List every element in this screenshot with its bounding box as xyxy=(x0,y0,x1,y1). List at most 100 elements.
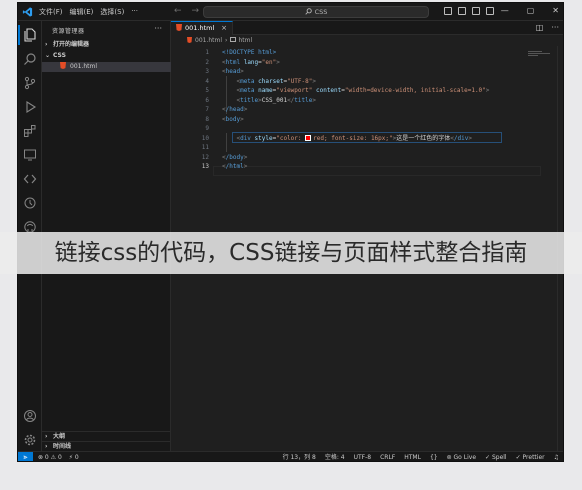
cursor-position[interactable]: 行 13，列 8 xyxy=(283,452,316,461)
code-line-8: <body> xyxy=(222,115,244,123)
attribute: style xyxy=(254,134,273,142)
extensions-icon[interactable] xyxy=(23,124,37,138)
status-bar: ⫸ ⊗ 0 ⚠ 0 ⚡ 0 行 13，列 8 空格: 4 UTF-8 CRLF … xyxy=(18,451,563,461)
remote-indicator-icon[interactable]: ⫸ xyxy=(18,452,33,461)
account-icon[interactable] xyxy=(23,409,37,423)
minimap[interactable] xyxy=(528,51,552,61)
notifications-bell-icon[interactable]: ♫ xyxy=(554,452,559,461)
maximize-icon[interactable]: ▢ xyxy=(527,6,535,15)
more-actions-icon[interactable]: ··· xyxy=(551,23,559,32)
screenshot-frame: 文件(F) 编辑(E) 选择(S) ··· ← → CSS — ▢ ✕ 资源管理… xyxy=(0,0,582,490)
customize-layout-icon[interactable] xyxy=(486,7,494,15)
tab-001-html[interactable]: 001.html × xyxy=(171,21,233,35)
tab-close-icon[interactable]: × xyxy=(221,22,227,35)
tag: /head xyxy=(225,106,244,113)
split-editor-icon[interactable]: ◫ xyxy=(536,23,544,32)
menu-edit[interactable]: 编辑(E) xyxy=(70,7,94,17)
explorer-icon[interactable] xyxy=(18,25,37,45)
line-number: 9 xyxy=(205,125,209,132)
language-mode[interactable]: HTML xyxy=(404,452,421,461)
code-line-4: <meta charset="UTF-8"> xyxy=(236,77,316,85)
open-editors-section[interactable]: › 打开的编辑器 xyxy=(42,40,171,50)
tag: title xyxy=(240,96,259,104)
command-center-label: CSS xyxy=(314,8,328,16)
search-icon xyxy=(304,8,312,15)
line-number: 7 xyxy=(205,106,209,113)
tag: head xyxy=(225,68,241,75)
minimize-icon[interactable]: — xyxy=(501,6,509,15)
back-arrow-icon[interactable]: ← xyxy=(174,6,182,16)
tag: /body xyxy=(225,153,244,161)
doctype: <!DOCTYPE html> xyxy=(222,49,277,56)
folder-css[interactable]: ⌄ CSS xyxy=(42,51,171,61)
close-icon[interactable]: ✕ xyxy=(552,6,559,15)
toggle-panel-icon[interactable] xyxy=(458,7,466,15)
line-number: 8 xyxy=(205,115,209,123)
prettier-status[interactable]: ✓ Prettier xyxy=(516,452,545,461)
command-center[interactable]: CSS xyxy=(203,6,429,18)
menu-file[interactable]: 文件(F) xyxy=(39,7,63,17)
tab-label: 001.html xyxy=(185,24,215,32)
problems-indicator[interactable]: ⊗ 0 ⚠ 0 xyxy=(38,452,62,461)
code-line-10: <div style="color: red; font-size: 16px;… xyxy=(236,134,472,142)
outline-section[interactable]: › 大纲 xyxy=(42,431,171,441)
code-icon[interactable] xyxy=(23,172,37,186)
menu-selection[interactable]: 选择(S) xyxy=(100,7,124,17)
timeline-section[interactable]: › 时间线 xyxy=(42,441,171,451)
code-line-13: </html> xyxy=(222,163,248,170)
tab-bar: 001.html × ◫ ··· xyxy=(171,21,563,35)
code-line-6: <title>CSS_001</title> xyxy=(236,96,316,104)
status-right: 行 13，列 8 空格: 4 UTF-8 CRLF HTML {} ⊚ Go L… xyxy=(283,452,559,461)
symbol-icon xyxy=(230,37,237,42)
title-text: CSS_001 xyxy=(261,96,288,104)
vscode-logo-icon xyxy=(22,7,33,17)
breadcrumb-symbol[interactable]: html xyxy=(238,37,252,44)
breadcrumb-separator-icon: › xyxy=(225,37,228,44)
spell-check[interactable]: ✓ Spell xyxy=(485,452,507,461)
line-number: 2 xyxy=(205,58,209,66)
line-number: 12 xyxy=(201,153,209,161)
explorer-more-actions[interactable]: ··· xyxy=(154,24,162,33)
encoding[interactable]: UTF-8 xyxy=(354,452,372,461)
toggle-sidebar-icon[interactable] xyxy=(444,7,452,15)
explorer-header: 资源管理器 xyxy=(52,28,85,35)
source-control-icon[interactable] xyxy=(23,76,37,90)
code-line-12: </body> xyxy=(222,153,248,161)
braces-icon[interactable]: {} xyxy=(430,452,438,461)
line-number: 11 xyxy=(201,144,209,151)
remote-explorer-icon[interactable] xyxy=(23,148,37,162)
run-debug-icon[interactable] xyxy=(23,100,37,114)
attribute: name xyxy=(258,87,273,94)
line-ending[interactable]: CRLF xyxy=(380,452,395,461)
line-number: 3 xyxy=(205,68,209,75)
attribute-value: "en" xyxy=(261,58,277,66)
toggle-secondary-sidebar-icon[interactable] xyxy=(472,7,480,15)
breadcrumb-file[interactable]: 001.html xyxy=(195,37,222,44)
line-number: 4 xyxy=(205,77,209,85)
code-line-7: </head> xyxy=(222,106,248,113)
line-number: 6 xyxy=(205,96,209,104)
go-live-label: Go Live xyxy=(453,454,477,461)
attribute: charset xyxy=(258,77,284,85)
caption-banner: 链接css的代码，CSS链接与页面样式整合指南 xyxy=(0,232,582,274)
breadcrumb: 001.html › html xyxy=(171,35,563,46)
menu-more[interactable]: ··· xyxy=(131,7,138,17)
search-icon[interactable] xyxy=(23,52,37,66)
go-live-button[interactable]: ⊚ Go Live xyxy=(446,452,477,461)
settings-gear-icon[interactable] xyxy=(23,433,37,447)
html5-file-icon xyxy=(176,24,182,31)
broadcast-icon: ⊚ xyxy=(446,454,454,461)
menu-bar: 文件(F) 编辑(E) 选择(S) ··· xyxy=(39,7,138,17)
timeline-icon[interactable] xyxy=(23,196,37,210)
outline-label: 大纲 xyxy=(53,433,66,440)
color-swatch-icon[interactable] xyxy=(305,134,312,141)
indentation[interactable]: 空格: 4 xyxy=(325,452,345,461)
tag: html xyxy=(225,58,241,66)
tag: div xyxy=(240,134,251,142)
window-controls: — ▢ ✕ xyxy=(501,6,559,15)
file-item[interactable]: 001.html xyxy=(42,62,171,72)
ports-indicator[interactable]: ⚡ 0 xyxy=(69,452,79,461)
tag: meta xyxy=(240,77,255,85)
attribute-value: "viewport" xyxy=(276,87,313,94)
forward-arrow-icon[interactable]: → xyxy=(192,6,200,16)
